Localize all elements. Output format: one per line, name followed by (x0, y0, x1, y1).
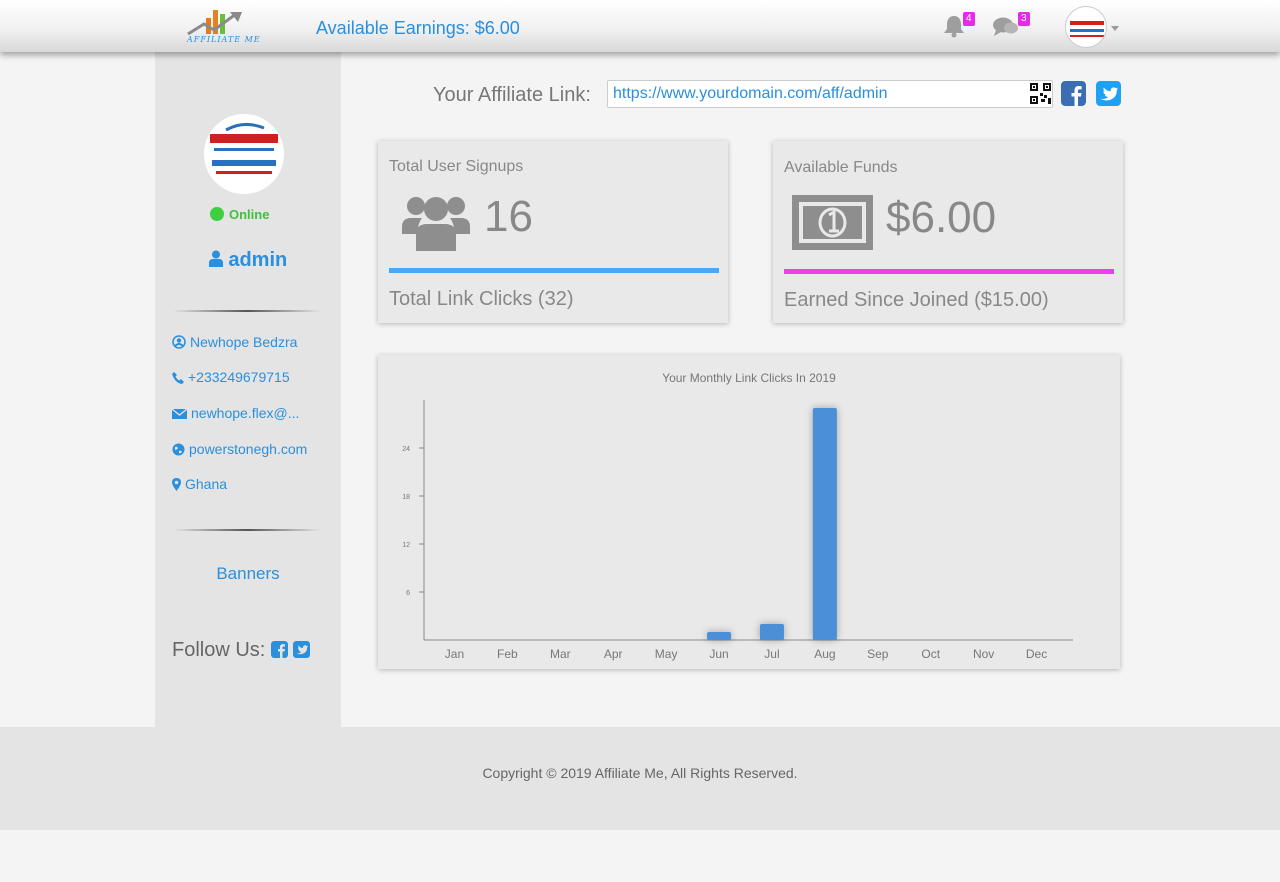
envelope-icon (171, 408, 188, 419)
profile-name: Newhope Bedzra (190, 334, 298, 350)
qr-code-icon[interactable] (1030, 83, 1051, 104)
profile-name-link[interactable]: Newhope Bedzra (172, 334, 297, 350)
signups-card: Total User Signups 16 Total Link Clicks … (378, 141, 728, 323)
affiliate-link-label: Your Affiliate Link: (433, 84, 591, 106)
funds-card: Available Funds $6.00 Earned Since Joine… (773, 141, 1123, 323)
x-tick-label: Sep (867, 647, 889, 661)
phone-icon (172, 372, 184, 384)
x-tick-label: Oct (921, 647, 940, 661)
chart-bar-jul (759, 624, 784, 640)
chart-bar-jun (707, 632, 732, 640)
x-tick-label: Feb (497, 647, 518, 661)
x-tick-label: Jan (445, 647, 464, 661)
facebook-share-icon[interactable] (1061, 81, 1086, 106)
x-tick-label: Aug (814, 647, 835, 661)
profile-phone: +233249679715 (188, 369, 290, 385)
monthly-clicks-chart-card: Your Monthly Link Clicks In 2019 6 12 18 24… (378, 355, 1120, 669)
signups-accent-bar (389, 268, 719, 273)
users-icon (402, 197, 470, 251)
follow-us-label: Follow Us: (172, 639, 266, 661)
available-funds-amount: $6.00 (886, 193, 997, 242)
user-avatar[interactable] (1065, 6, 1107, 48)
logo-text: AFFILIATE ME (187, 35, 261, 44)
profile-sidebar: Online admin Newhope Bedzra +23324967971… (155, 52, 341, 727)
x-tick-label: Apr (604, 647, 623, 661)
user-icon (208, 250, 223, 267)
affiliate-link-input[interactable]: https://www.yourdomain.com/aff/admin (607, 80, 1053, 108)
powerstone-logo-icon (1070, 21, 1104, 37)
chevron-down-icon[interactable] (1111, 26, 1119, 31)
earned-since-joined: Earned Since Joined ($15.00) (784, 289, 1049, 311)
signups-count: 16 (484, 192, 533, 241)
money-bill-icon (792, 195, 873, 250)
profile-website: powerstonegh.com (189, 441, 308, 457)
bell-icon[interactable] (943, 14, 965, 43)
copyright-text: Copyright © 2019 Affiliate Me, All Right… (482, 765, 798, 781)
y-tick-label: 24 (402, 446, 410, 453)
x-tick-label: Jun (709, 647, 728, 661)
twitter-icon[interactable] (293, 641, 310, 658)
x-tick-label: Jul (764, 647, 779, 661)
funds-accent-bar (784, 269, 1114, 274)
x-tick-label: Nov (973, 647, 994, 661)
powerstone-logo-icon (210, 123, 278, 174)
profile-website-link[interactable]: powerstonegh.com (172, 441, 307, 457)
total-link-clicks: Total Link Clicks (32) (389, 288, 574, 310)
online-status: Online (210, 207, 269, 222)
globe-icon (172, 443, 185, 456)
user-circle-icon (172, 335, 186, 349)
funds-card-title: Available Funds (784, 159, 898, 176)
divider (173, 310, 321, 312)
x-tick-label: Dec (1026, 647, 1047, 661)
signups-card-title: Total User Signups (389, 158, 524, 175)
banners-link[interactable]: Banners (155, 564, 341, 584)
x-tick-label: Mar (550, 647, 571, 661)
chart-bar-aug (812, 408, 837, 640)
available-earnings: Available Earnings: $6.00 (316, 18, 520, 38)
y-tick-label: 12 (402, 542, 410, 549)
profile-location-link[interactable]: Ghana (172, 476, 227, 492)
profile-picture[interactable] (204, 114, 284, 194)
facebook-icon[interactable] (271, 641, 288, 658)
profile-email: newhope.flex@... (191, 405, 300, 421)
username-text: admin (228, 249, 288, 271)
x-tick-label: May (655, 647, 678, 661)
map-marker-icon (172, 478, 181, 491)
online-status-label: Online (229, 207, 270, 222)
comments-icon[interactable] (992, 16, 1020, 43)
online-indicator-icon (210, 207, 224, 221)
notifications-badge: 4 (963, 12, 975, 26)
page-footer: Copyright © 2019 Affiliate Me, All Right… (0, 727, 1280, 830)
profile-location: Ghana (185, 476, 228, 492)
divider (173, 529, 321, 531)
top-navbar: AFFILIATE ME Available Earnings: $6.00 4… (0, 0, 1280, 52)
profile-phone-link[interactable]: +233249679715 (172, 369, 290, 385)
y-tick-label: 18 (402, 494, 410, 501)
twitter-share-icon[interactable] (1096, 81, 1121, 106)
y-tick-label: 6 (406, 590, 410, 597)
messages-badge: 3 (1018, 12, 1030, 26)
monthly-clicks-chart: 6 12 18 24 Jan Feb Mar Apr May Jun Jul Aug Sep Oct Nov… (402, 400, 1073, 661)
profile-email-link[interactable]: newhope.flex@... (171, 405, 300, 421)
username-heading: admin (155, 249, 341, 272)
